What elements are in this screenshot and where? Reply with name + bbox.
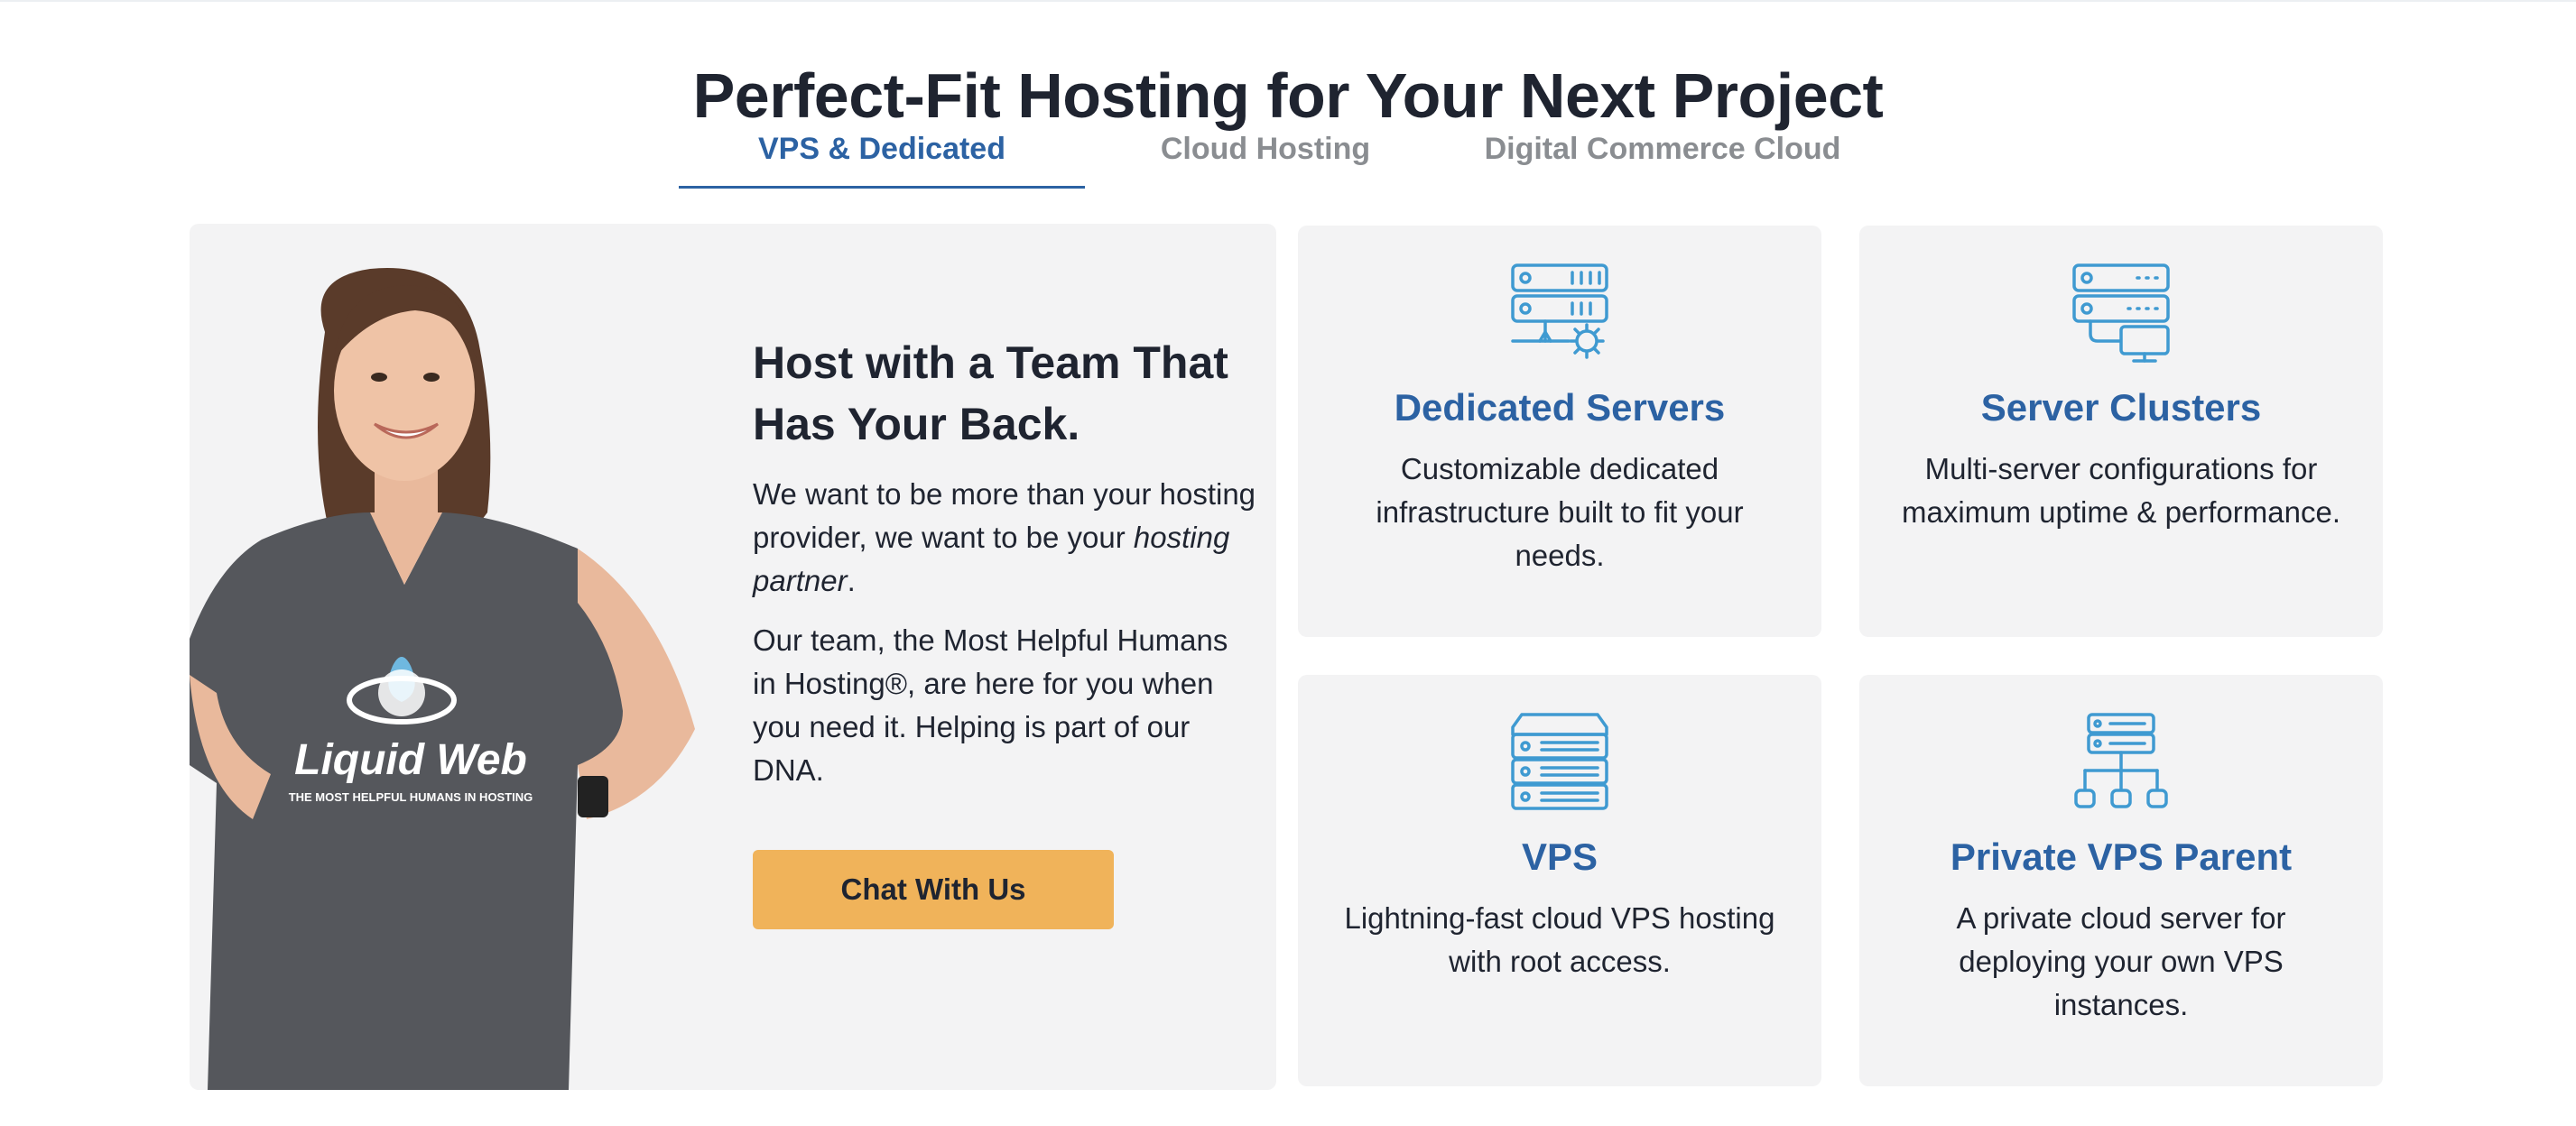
hosting-tabs: VPS & Dedicated Cloud Hosting Digital Co… bbox=[679, 117, 1879, 189]
server-clusters-card[interactable]: Server Clusters Multi-server configurati… bbox=[1859, 226, 2383, 637]
promo-p1-end: . bbox=[847, 564, 856, 597]
dedicated-servers-card[interactable]: Dedicated Servers Customizable dedicated… bbox=[1298, 226, 1821, 637]
support-team-member-photo: Liquid Web THE MOST HELPFUL HUMANS IN HO… bbox=[190, 268, 695, 1090]
vps-card[interactable]: VPS Lightning-fast cloud VPS hosting wit… bbox=[1298, 675, 1821, 1086]
network-tree-icon bbox=[2074, 713, 2168, 808]
tab-cloud-hosting[interactable]: Cloud Hosting bbox=[1085, 117, 1446, 186]
card-title: VPS bbox=[1521, 835, 1598, 878]
shirt-tagline-text: THE MOST HELPFUL HUMANS IN HOSTING bbox=[289, 790, 533, 804]
tab-vps-dedicated[interactable]: VPS & Dedicated bbox=[679, 117, 1085, 189]
card-description: Customizable dedicated infrastructure bu… bbox=[1376, 452, 1744, 572]
card-title: Dedicated Servers bbox=[1394, 386, 1726, 429]
shirt-brand-text: Liquid Web bbox=[294, 736, 527, 784]
dedicated-server-gear-icon bbox=[1511, 263, 1608, 359]
card-description: Multi-server configurations for maximum … bbox=[1902, 452, 2340, 529]
promo-heading: Host with a Team That Has Your Back. bbox=[753, 337, 1228, 449]
promo-text-block: Host with a Team That Has Your Back. We … bbox=[753, 332, 1258, 808]
card-description: Lightning-fast cloud VPS hosting with ro… bbox=[1344, 901, 1775, 978]
server-cluster-icon bbox=[2072, 263, 2170, 363]
promo-paragraph-1: We want to be more than your hosting pro… bbox=[753, 473, 1258, 603]
team-promo-card: Liquid Web THE MOST HELPFUL HUMANS IN HO… bbox=[190, 224, 1276, 1090]
private-vps-parent-card[interactable]: Private VPS Parent A private cloud serve… bbox=[1859, 675, 2383, 1086]
promo-paragraph-2: Our team, the Most Helpful Humans in Hos… bbox=[753, 623, 1228, 787]
card-title: Server Clusters bbox=[1980, 386, 2262, 429]
vps-stack-icon bbox=[1511, 713, 1608, 810]
card-description: A private cloud server for deploying you… bbox=[1956, 901, 2286, 1021]
top-divider bbox=[0, 0, 2576, 2]
chat-with-us-button[interactable]: Chat With Us bbox=[753, 850, 1114, 929]
tab-digital-commerce-cloud[interactable]: Digital Commerce Cloud bbox=[1446, 117, 1879, 186]
card-title: Private VPS Parent bbox=[1950, 835, 2293, 878]
